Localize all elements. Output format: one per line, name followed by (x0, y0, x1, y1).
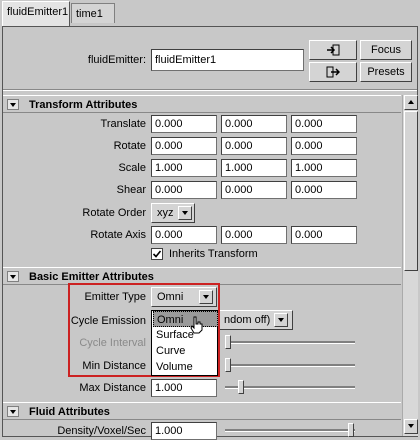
presets-button[interactable]: Presets (360, 62, 412, 82)
rotate-y-field[interactable]: 0.000 (221, 137, 287, 155)
collapse-triangle-icon[interactable] (7, 271, 19, 282)
scroll-thumb[interactable] (404, 111, 418, 271)
select-output-button[interactable] (309, 62, 357, 82)
tab-fluidemitter1[interactable]: fluidEmitter1 (2, 1, 70, 26)
output-arrow-icon (326, 66, 341, 78)
translate-label: Translate (100, 118, 146, 130)
inherits-transform-label: Inherits Transform (169, 248, 258, 260)
select-input-button[interactable] (309, 40, 357, 60)
collapse-triangle-icon[interactable] (7, 406, 19, 417)
attribute-editor-panel: fluidEmitter: fluidEmitter1 Focus Preset… (2, 26, 418, 440)
scroll-down-button[interactable] (404, 419, 418, 434)
node-type-label: fluidEmitter: (87, 54, 146, 66)
tab-time1[interactable]: time1 (71, 3, 115, 23)
emitter-type-menu: Omni Surface Curve Volume (151, 310, 218, 376)
chevron-down-icon (274, 313, 288, 327)
scroll-up-button[interactable] (404, 95, 418, 110)
rotate-axis-label: Rotate Axis (90, 229, 146, 241)
input-arrow-icon (327, 44, 340, 56)
menu-item-surface[interactable]: Surface (153, 327, 218, 343)
min-distance-slider-track[interactable] (225, 364, 355, 367)
menu-item-curve[interactable]: Curve (153, 343, 218, 359)
min-distance-slider-thumb[interactable] (225, 358, 231, 372)
section-title: Transform Attributes (29, 99, 138, 111)
scale-x-field[interactable]: 1.000 (151, 159, 217, 177)
chevron-down-icon (178, 206, 192, 220)
checkmark-icon (152, 250, 162, 258)
cycle-emission-value: ndom off) (224, 314, 271, 326)
translate-y-field[interactable]: 0.000 (221, 115, 287, 133)
shear-label: Shear (116, 184, 146, 196)
rotate-order-value: xyz (157, 207, 174, 219)
max-distance-field[interactable]: 1.000 (151, 379, 217, 397)
shear-xy-field[interactable]: 0.000 (151, 181, 217, 199)
max-distance-slider-track[interactable] (225, 386, 355, 389)
density-slider-track[interactable] (225, 429, 355, 432)
translate-z-field[interactable]: 0.000 (291, 115, 357, 133)
scale-z-field[interactable]: 1.000 (291, 159, 357, 177)
section-title: Fluid Attributes (29, 406, 110, 418)
tab-bar: fluidEmitter1 time1 (0, 0, 420, 26)
translate-x-field[interactable]: 0.000 (151, 115, 217, 133)
cycle-interval-slider-track[interactable] (225, 341, 355, 344)
arrow-up-icon (408, 100, 414, 104)
density-field[interactable]: 1.000 (151, 422, 217, 440)
divider (3, 89, 417, 91)
transform-section-header[interactable]: Transform Attributes (3, 95, 401, 113)
menu-item-omni[interactable]: Omni (153, 311, 218, 327)
shear-xz-field[interactable]: 0.000 (221, 181, 287, 199)
scale-label: Scale (118, 162, 146, 174)
rotate-axis-y-field[interactable]: 0.000 (221, 226, 287, 244)
vertical-scrollbar[interactable] (402, 95, 418, 436)
rotate-label: Rotate (113, 140, 146, 152)
inherits-transform-checkbox[interactable] (151, 248, 163, 260)
hand-cursor-icon (190, 316, 203, 334)
density-label: Density/Voxel/Sec (57, 425, 146, 437)
rotate-axis-x-field[interactable]: 0.000 (151, 226, 217, 244)
fluid-attributes-section-header[interactable]: Fluid Attributes (3, 402, 401, 420)
rotate-axis-z-field[interactable]: 0.000 (291, 226, 357, 244)
arrow-down-icon (408, 424, 414, 428)
rotate-x-field[interactable]: 0.000 (151, 137, 217, 155)
cycle-interval-slider-thumb[interactable] (225, 335, 231, 349)
rotate-z-field[interactable]: 0.000 (291, 137, 357, 155)
node-name-field[interactable]: fluidEmitter1 (151, 49, 304, 71)
shear-yz-field[interactable]: 0.000 (291, 181, 357, 199)
menu-item-volume[interactable]: Volume (153, 359, 218, 375)
scale-y-field[interactable]: 1.000 (221, 159, 287, 177)
collapse-triangle-icon[interactable] (7, 99, 19, 110)
density-slider-thumb[interactable] (348, 423, 354, 437)
focus-button[interactable]: Focus (360, 40, 412, 60)
max-distance-label: Max Distance (79, 382, 146, 394)
rotate-order-dropdown[interactable]: xyz (151, 203, 195, 223)
max-distance-slider-thumb[interactable] (238, 380, 244, 394)
rotate-order-label: Rotate Order (82, 207, 146, 219)
